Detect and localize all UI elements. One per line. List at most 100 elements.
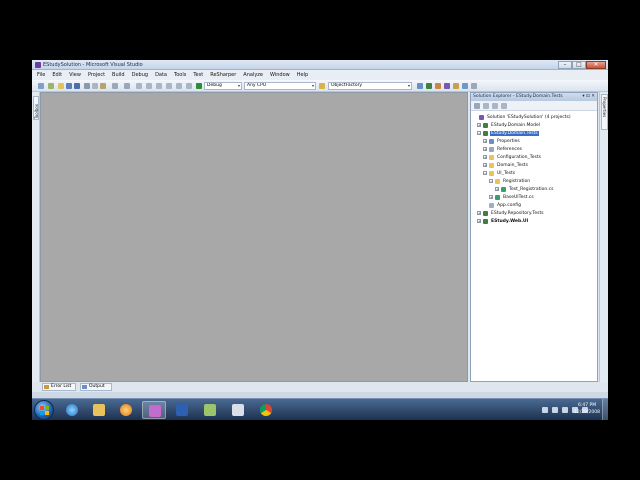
properties-icon[interactable] — [474, 103, 480, 109]
tree-node[interactable]: + Test_Registration.cs — [495, 185, 555, 193]
expand-icon[interactable]: + — [477, 211, 481, 215]
expand-icon[interactable]: + — [477, 123, 481, 127]
collapse-icon[interactable]: − — [477, 131, 481, 135]
menu-file[interactable]: File — [37, 72, 45, 78]
navigate-back-icon[interactable] — [136, 83, 142, 89]
add-item-icon[interactable] — [48, 83, 54, 89]
view-class-diagram-icon[interactable] — [501, 103, 507, 109]
expand-icon[interactable]: + — [495, 187, 499, 191]
tree-node[interactable]: + BaseUITest.cs — [489, 193, 535, 201]
taskbar-ftp-client[interactable] — [170, 401, 194, 419]
expand-icon[interactable]: + — [483, 147, 487, 151]
properties-window-icon[interactable] — [435, 83, 441, 89]
system-clock[interactable]: 6:47 PM 12/29/2008 — [574, 402, 600, 416]
taskbar-explorer[interactable] — [87, 401, 111, 419]
proj-icon — [483, 122, 488, 128]
taskbar-internet-explorer[interactable] — [60, 401, 84, 419]
action-center-icon[interactable] — [562, 407, 568, 413]
save-icon[interactable] — [66, 83, 72, 89]
find-icon[interactable] — [417, 83, 423, 89]
menu-tools[interactable]: Tools — [174, 72, 186, 78]
close-button[interactable]: ✕ — [586, 61, 606, 69]
tree-node[interactable]: + EStudy.Repository.Tests — [477, 209, 545, 217]
save-all-icon[interactable] — [74, 83, 80, 89]
expand-icon[interactable]: + — [483, 163, 487, 167]
start-debugging-icon[interactable] — [196, 83, 202, 89]
menu-resharper[interactable]: ReSharper — [210, 72, 236, 78]
menu-build[interactable]: Build — [112, 72, 125, 78]
tree-node[interactable]: − UI_Tests — [483, 169, 516, 177]
undo-icon[interactable] — [112, 83, 118, 89]
props-icon — [489, 138, 494, 144]
menu-project[interactable]: Project — [88, 72, 105, 78]
tree-node[interactable]: − Registration — [489, 177, 531, 185]
menu-edit[interactable]: Edit — [52, 72, 62, 78]
minimize-button[interactable]: – — [558, 61, 572, 69]
taskbar-chrome[interactable] — [254, 401, 278, 419]
maximize-button[interactable]: □ — [572, 61, 586, 69]
menu-help[interactable]: Help — [297, 72, 308, 78]
tree-node[interactable]: Solution 'EStudySolution' (4 projects) — [473, 113, 572, 121]
toolbar-options-icon[interactable] — [471, 83, 477, 89]
network-icon[interactable] — [552, 407, 558, 413]
navigate-forward-icon-2[interactable] — [156, 83, 162, 89]
paste-icon[interactable] — [100, 83, 106, 89]
document-area[interactable] — [40, 92, 468, 382]
tree-node-label: EStudy.Web.UI — [491, 218, 529, 224]
redo-icon[interactable] — [124, 83, 130, 89]
tree-node[interactable]: + References — [483, 145, 523, 153]
bookmark-icon[interactable] — [186, 83, 192, 89]
output-tab[interactable]: Output — [80, 383, 112, 391]
taskbar-media-player[interactable] — [114, 401, 138, 419]
open-folder-icon[interactable] — [58, 83, 64, 89]
cut-icon[interactable] — [84, 83, 90, 89]
collapse-icon[interactable]: − — [489, 179, 493, 183]
show-all-files-icon[interactable] — [483, 103, 489, 109]
panel-controls[interactable]: ▾ ⊡ ✕ — [582, 93, 595, 101]
menu-test[interactable]: Test — [193, 72, 203, 78]
navigate-forward-icon[interactable] — [146, 83, 152, 89]
show-desktop-button[interactable] — [602, 399, 608, 420]
properties-tab[interactable]: Properties — [601, 94, 608, 130]
solution-platform-select[interactable]: Any CPU ▾ — [244, 82, 316, 90]
find-combo-value: ObjectFactory — [331, 83, 363, 88]
menu-data[interactable]: Data — [155, 72, 167, 78]
comment-icon[interactable] — [166, 83, 172, 89]
expand-icon[interactable]: + — [483, 139, 487, 143]
new-project-icon[interactable] — [38, 83, 44, 89]
refresh-icon[interactable] — [492, 103, 498, 109]
taskbar-visual-studio[interactable] — [142, 401, 166, 419]
toolbox-icon[interactable] — [453, 83, 459, 89]
menu-debug[interactable]: Debug — [132, 72, 148, 78]
toolbox-tab[interactable]: Toolbox — [33, 96, 39, 120]
tree-node-label: UI_Tests — [497, 170, 516, 176]
tree-node[interactable]: + EStudy.Web.UI — [477, 217, 529, 225]
show-hidden-icons-icon[interactable] — [542, 407, 548, 413]
expand-icon[interactable]: + — [489, 195, 493, 199]
menu-analyze[interactable]: Analyze — [243, 72, 263, 78]
start-button[interactable] — [34, 400, 54, 420]
copy-icon[interactable] — [92, 83, 98, 89]
object-browser-icon[interactable] — [444, 83, 450, 89]
start-page-icon[interactable] — [462, 83, 468, 89]
error-list-tab[interactable]: Error List — [42, 383, 76, 391]
expand-icon[interactable]: + — [483, 155, 487, 159]
solution-configuration-select[interactable]: Debug ▾ — [204, 82, 242, 90]
solution-explorer-icon[interactable] — [426, 83, 432, 89]
collapse-icon[interactable]: − — [483, 171, 487, 175]
uncomment-icon[interactable] — [176, 83, 182, 89]
tree-node[interactable]: + Configuration_Tests — [483, 153, 542, 161]
tree-node[interactable]: + Domain_Tests — [483, 161, 529, 169]
tree-node[interactable]: App.config — [483, 201, 522, 209]
taskbar-paint[interactable] — [226, 401, 250, 419]
find-in-files-icon[interactable] — [319, 83, 325, 89]
taskbar-notes[interactable] — [198, 401, 222, 419]
tree-node[interactable]: + Properties — [483, 137, 521, 145]
menu-view[interactable]: View — [69, 72, 81, 78]
tree-node[interactable]: + EStudy.Domain.Model — [477, 121, 541, 129]
tree-node[interactable]: − EStudy.Domain.Tests — [477, 129, 539, 137]
chevron-down-icon: ▾ — [407, 83, 410, 88]
expand-icon[interactable]: + — [477, 219, 481, 223]
find-combo[interactable]: ObjectFactory ▾ — [328, 82, 412, 90]
menu-window[interactable]: Window — [270, 72, 290, 78]
